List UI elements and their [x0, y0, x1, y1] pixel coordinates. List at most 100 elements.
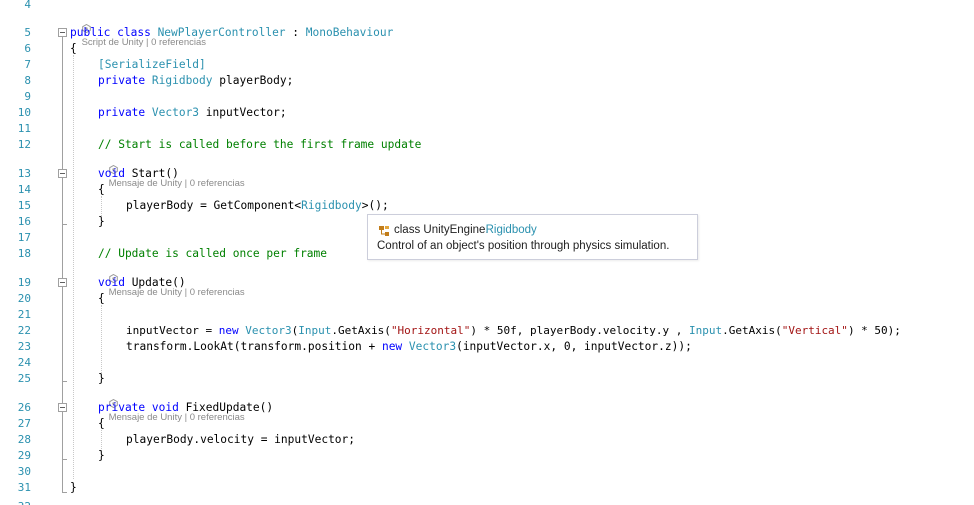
code-line-8[interactable]: private Rigidbody playerBody; — [98, 73, 293, 88]
line-number: 30 — [17, 465, 31, 478]
code-token: "Horizontal" — [390, 324, 471, 337]
rigidbody-hover-token[interactable]: Rigidbody — [301, 199, 362, 212]
code-line-22[interactable]: inputVector = new Vector3(Input.GetAxis(… — [126, 323, 901, 338]
code-token: inputVector; — [199, 106, 287, 119]
line-number: 32 — [0, 499, 31, 505]
indent-guide — [73, 55, 74, 479]
line-number: 6 — [24, 42, 31, 55]
code-line-7[interactable]: [SerializeField] — [98, 57, 206, 72]
code-token: private void — [98, 401, 179, 414]
code-token: private — [98, 74, 152, 87]
code-token: Input — [298, 324, 332, 337]
code-line-6[interactable]: { — [70, 41, 77, 56]
code-line-18[interactable]: // Update is called once per frame — [98, 246, 327, 261]
line-number: 16 — [17, 215, 31, 228]
code-token: >(); — [361, 199, 389, 212]
code-line-5[interactable]: public class NewPlayerController : MonoB… — [70, 25, 393, 40]
code-token: (inputVector.x, 0, inputVector.z)); — [456, 340, 692, 353]
collapse-start-toggle[interactable] — [58, 169, 67, 178]
tooltip-namespace: UnityEngine. — [423, 224, 489, 236]
code-editor[interactable]: 4 5 6 7 8 9 10 11 12 13 14 15 16 17 18 1… — [0, 0, 974, 505]
line-number: 28 — [17, 433, 31, 446]
code-line-16[interactable]: } — [98, 214, 105, 229]
code-line-20[interactable]: { — [98, 291, 105, 306]
line-number: 20 — [17, 292, 31, 305]
code-token: : — [285, 26, 306, 39]
tooltip-keyword: class — [394, 224, 421, 236]
tooltip-signature: class UnityEngine.Rigidbody — [378, 224, 537, 236]
code-token: Vector3 — [151, 106, 200, 119]
indent-guide — [101, 305, 102, 373]
code-token: void — [98, 276, 125, 289]
code-token: ) * 50f, playerBody.velocity.y , — [470, 324, 689, 337]
code-token: Start() — [124, 167, 179, 180]
code-token: private — [98, 106, 152, 119]
line-number: 15 — [17, 199, 31, 212]
outline-line — [62, 492, 67, 493]
code-token: MonoBehaviour — [305, 26, 394, 39]
line-number: 27 — [17, 417, 31, 430]
code-line-10[interactable]: private Vector3 inputVector; — [98, 105, 287, 120]
class-icon — [379, 226, 389, 236]
code-token: "Vertical" — [781, 324, 848, 337]
code-token: playerBody = GetComponent< — [126, 199, 302, 212]
collapse-fixedupdate-toggle[interactable] — [58, 403, 67, 412]
code-token: new — [381, 340, 403, 353]
code-token: ) * 50); — [847, 324, 901, 337]
code-token: Vector3 — [408, 340, 457, 353]
code-line-26[interactable]: private void FixedUpdate() — [98, 400, 273, 415]
line-number: 12 — [17, 138, 31, 151]
line-number: 4 — [24, 0, 31, 11]
line-number: 29 — [17, 449, 31, 462]
outline-line — [62, 381, 67, 382]
tooltip-description: Control of an object's position through … — [377, 240, 670, 252]
tooltip-type-name: Rigidbody — [485, 224, 537, 236]
line-number: 10 — [17, 106, 31, 119]
code-token: void — [98, 167, 125, 180]
line-number: 24 — [17, 356, 31, 369]
code-line-27[interactable]: { — [98, 416, 105, 431]
code-token: FixedUpdate() — [178, 401, 274, 414]
code-token: playerBody; — [212, 74, 294, 87]
code-token: inputVector = — [126, 324, 219, 337]
code-token: Input — [688, 324, 723, 337]
line-number: 25 — [17, 372, 31, 385]
line-number: 8 — [24, 74, 31, 87]
line-number: 5 — [24, 26, 31, 39]
line-number: 14 — [17, 183, 31, 196]
line-number: 22 — [17, 324, 31, 337]
line-number: 26 — [17, 401, 31, 414]
collapse-update-toggle[interactable] — [58, 278, 67, 287]
code-line-12[interactable]: // Start is called before the first fram… — [98, 137, 421, 152]
line-number: 7 — [24, 58, 31, 71]
line-number: 17 — [17, 231, 31, 244]
code-line-23[interactable]: transform.LookAt(transform.position + ne… — [126, 339, 692, 354]
collapse-class-toggle[interactable] — [58, 28, 67, 37]
code-line-28[interactable]: playerBody.velocity = inputVector; — [126, 432, 355, 447]
code-token: public class — [70, 26, 158, 39]
code-token: .GetAxis( — [331, 324, 391, 337]
line-number: 9 — [24, 90, 31, 103]
line-number: 31 — [17, 481, 31, 494]
outline-line — [62, 459, 67, 460]
code-line-19[interactable]: void Update() — [98, 275, 186, 290]
code-line-14[interactable]: { — [98, 182, 105, 197]
code-token: Vector3 — [245, 324, 292, 337]
code-token: Rigidbody — [151, 74, 213, 87]
line-number: 11 — [17, 122, 31, 135]
line-number: 18 — [17, 247, 31, 260]
quick-info-tooltip: class UnityEngine.Rigidbody Control of a… — [367, 214, 698, 260]
outline-line — [62, 37, 63, 492]
line-number: 21 — [17, 308, 31, 321]
code-line-13[interactable]: void Start() — [98, 166, 179, 181]
code-line-25[interactable]: } — [98, 371, 105, 386]
code-line-15[interactable]: playerBody = GetComponent<Rigidbody>(); — [126, 198, 389, 213]
outline-line — [62, 224, 67, 225]
code-token: transform.LookAt(transform.position + — [126, 340, 382, 353]
line-number: 19 — [17, 276, 31, 289]
code-token: .GetAxis( — [722, 324, 782, 337]
code-line-29[interactable]: } — [98, 448, 105, 463]
line-number: 13 — [17, 167, 31, 180]
code-line-31[interactable]: } — [70, 480, 77, 495]
